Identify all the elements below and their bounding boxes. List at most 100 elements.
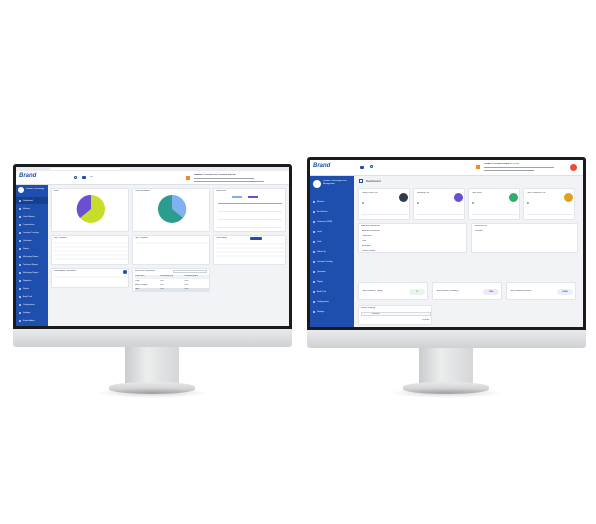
sidebar-item[interactable]: Marketing Report bbox=[16, 253, 48, 260]
sidebar-item[interactable]: Follow Up bbox=[310, 248, 354, 256]
info-icon[interactable] bbox=[123, 270, 127, 274]
sidebar-item[interactable]: Location Tracking bbox=[16, 229, 48, 236]
panel-title: Cost Breakdown bbox=[135, 190, 150, 192]
nav-icon bbox=[19, 303, 21, 306]
sidebar-item[interactable]: User Masters bbox=[16, 213, 48, 220]
gridline bbox=[218, 219, 282, 220]
stat-icon bbox=[564, 193, 573, 202]
sidebar-item[interactable]: Quotation bbox=[310, 268, 354, 276]
revenue-label: Total Revenue ( Today ) bbox=[362, 290, 384, 292]
sidebar-item[interactable]: Expire Admin bbox=[16, 317, 48, 324]
panel-title: Technician List bbox=[474, 225, 488, 227]
sidebar-item[interactable]: Report bbox=[16, 285, 48, 292]
service-select[interactable]: Services bbox=[361, 312, 431, 316]
sidebar-item-label: Location Tracking bbox=[317, 261, 333, 263]
sidebar-item[interactable]: Configuration bbox=[310, 298, 354, 306]
outstanding-panel: Outstanding bbox=[213, 235, 286, 265]
panel-title: Service Enquiry bbox=[361, 307, 376, 309]
attached-relevances-panel: Attached Relevances Attached Document Cli… bbox=[358, 223, 467, 253]
nav-icon bbox=[313, 261, 315, 263]
chat-icon[interactable] bbox=[360, 166, 364, 169]
table-cell: 0.00 bbox=[159, 280, 164, 282]
right-company-name: Lambert Technologies and Management bbox=[323, 180, 347, 185]
chat-icon[interactable] bbox=[82, 176, 86, 179]
right-brand-logo: Brand bbox=[313, 163, 331, 169]
sidebar-item[interactable]: Marketing Report bbox=[16, 269, 48, 276]
sidebar-item[interactable]: Registers bbox=[16, 277, 48, 284]
stat-link[interactable] bbox=[362, 214, 408, 215]
gridline bbox=[218, 211, 282, 212]
revenue-value: 15000 bbox=[557, 289, 573, 295]
sidebar-item[interactable]: Settings bbox=[16, 309, 48, 316]
sidebar-item[interactable]: Item Master bbox=[310, 208, 354, 216]
header-info-line bbox=[484, 170, 534, 171]
sidebar-item[interactable]: Audit Trail bbox=[16, 293, 48, 300]
sidebar-item-label: Configuration bbox=[317, 301, 329, 303]
notification-icon[interactable] bbox=[186, 176, 190, 180]
panel-title: Outstanding bbox=[216, 237, 227, 239]
sidebar-item[interactable]: Audit Trail bbox=[310, 288, 354, 296]
sidebar-item-label: Transactions bbox=[23, 223, 35, 226]
nav-icon bbox=[313, 251, 315, 253]
sidebar-item-label: Report bbox=[23, 247, 30, 250]
sidebar-item[interactable]: Cash bbox=[310, 238, 354, 246]
sidebar-item[interactable]: Configuration bbox=[16, 301, 48, 308]
left-monitor-neck bbox=[125, 347, 179, 385]
notification-icon[interactable] bbox=[476, 165, 480, 169]
sidebar-item-label: Audit Trail bbox=[317, 291, 326, 293]
nav-icon bbox=[313, 241, 315, 243]
right-header-info: TRINERY TECHNOLOGIES PVT. LTD. bbox=[484, 163, 519, 165]
nav-icon bbox=[19, 207, 21, 210]
user-avatar[interactable] bbox=[313, 180, 321, 188]
sidebar-item[interactable]: Report bbox=[310, 278, 354, 286]
sidebar-item-label: Settings bbox=[317, 311, 325, 313]
list-item bbox=[54, 250, 128, 252]
sidebar-item[interactable]: Customer (CRM) bbox=[310, 218, 354, 226]
top-customers-panel-a: Top Customers bbox=[51, 235, 129, 265]
cost-pie-chart bbox=[158, 194, 187, 223]
sidebar-item[interactable]: Settings bbox=[310, 308, 354, 316]
view-all-link[interactable]: View All bbox=[422, 319, 429, 321]
panel-title: Attached Relevances bbox=[361, 225, 380, 227]
sidebar-item[interactable]: Location Tracking bbox=[310, 258, 354, 266]
nav-icon bbox=[19, 215, 21, 218]
stat-link[interactable] bbox=[472, 214, 518, 215]
search-input[interactable] bbox=[173, 270, 207, 273]
go-button[interactable]: Go bbox=[90, 176, 93, 178]
sidebar-item[interactable]: Technical Report bbox=[16, 261, 48, 268]
right-monitor-shadow bbox=[389, 388, 503, 398]
sidebar-item[interactable]: Masters bbox=[310, 198, 354, 206]
left-monitor-chin bbox=[13, 329, 292, 347]
sidebar-item[interactable]: Dashboard bbox=[16, 197, 48, 204]
stat-link[interactable] bbox=[417, 214, 463, 215]
stat-icon bbox=[454, 193, 463, 202]
filter-button[interactable] bbox=[250, 237, 262, 240]
sidebar-item-label: Audit Trail bbox=[23, 295, 32, 298]
sidebar-item-label: Marketing Report bbox=[23, 271, 39, 274]
stat-link[interactable] bbox=[527, 214, 573, 215]
sidebar-item[interactable]: Transactions bbox=[16, 221, 48, 228]
sidebar-item[interactable]: Lead bbox=[310, 228, 354, 236]
revenue-value: 1500 bbox=[483, 289, 499, 295]
nav-icon bbox=[19, 231, 21, 234]
sidebar-item-label: Cash bbox=[317, 241, 322, 243]
list-item bbox=[216, 243, 285, 245]
right-sidebar: Lambert Technologies and Management Mast… bbox=[310, 176, 354, 327]
search-icon[interactable] bbox=[74, 176, 77, 179]
user-avatar[interactable] bbox=[570, 164, 577, 171]
nav-icon bbox=[19, 199, 21, 202]
sidebar-item[interactable]: Report bbox=[16, 245, 48, 252]
right-app-screen: Brand TRINERY TECHNOLOGIES PVT. LTD. Lam… bbox=[310, 160, 583, 327]
search-icon[interactable] bbox=[370, 165, 373, 168]
sidebar-item[interactable]: Quotation bbox=[16, 237, 48, 244]
revenue-card: Total Revenue ( Monthly ) 1500 bbox=[432, 282, 502, 300]
sidebar-item[interactable]: Masters bbox=[16, 205, 48, 212]
panel-title: Sales Flow bbox=[216, 190, 226, 192]
sidebar-item-label: Customer (CRM) bbox=[317, 221, 333, 223]
table-row: Bank Charges 0.00 0.00 bbox=[135, 284, 209, 287]
nav-icon bbox=[19, 295, 21, 298]
user-avatar[interactable] bbox=[18, 187, 24, 193]
header-info-line bbox=[194, 181, 264, 182]
browser-address-bar[interactable] bbox=[50, 168, 120, 170]
sidebar-item-label: Masters bbox=[317, 201, 325, 203]
